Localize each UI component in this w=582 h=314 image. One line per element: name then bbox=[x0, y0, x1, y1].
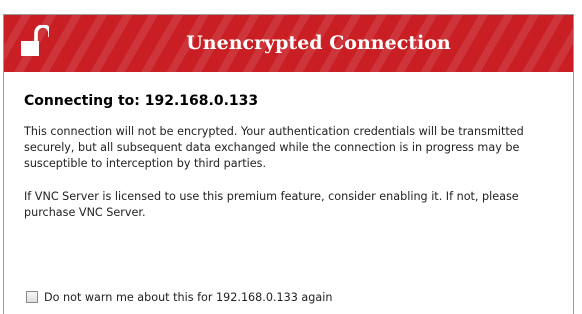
do-not-warn-option[interactable]: Do not warn me about this for 192.168.0.… bbox=[26, 288, 332, 306]
connecting-to-heading: Connecting to: 192.168.0.133 bbox=[24, 93, 259, 109]
do-not-warn-label[interactable]: Do not warn me about this for 192.168.0.… bbox=[44, 291, 332, 304]
dialog-title: Unencrypted Connection bbox=[186, 32, 451, 54]
encryption-warning-text: This connection will not be encrypted. Y… bbox=[24, 125, 524, 170]
unencrypted-connection-dialog: Unencrypted Connection Connecting to: 19… bbox=[0, 0, 582, 314]
unlocked-padlock-icon bbox=[21, 25, 49, 56]
dialog-header: Unencrypted Connection bbox=[4, 15, 573, 72]
license-note-text: If VNC Server is licensed to use this pr… bbox=[24, 190, 519, 219]
do-not-warn-checkbox[interactable] bbox=[26, 291, 38, 303]
